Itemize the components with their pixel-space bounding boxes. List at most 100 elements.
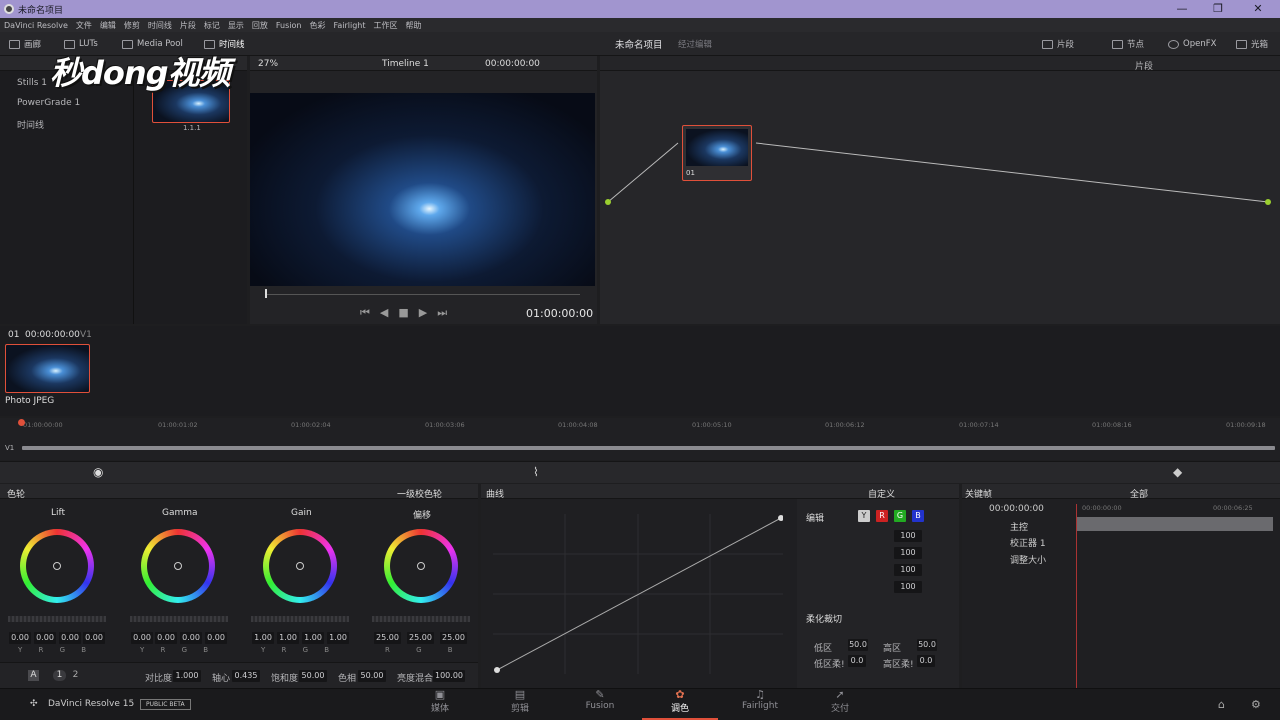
keyframes-row-resize[interactable]: 调整大小: [1010, 553, 1046, 566]
gain-b[interactable]: 1.00: [327, 632, 349, 644]
clips-toggle[interactable]: 片段: [1042, 37, 1074, 51]
lift-wheel[interactable]: [20, 529, 94, 603]
scrubber-bar[interactable]: [266, 294, 580, 295]
intensity-y[interactable]: 100: [894, 530, 922, 542]
offset-r[interactable]: 25.00: [374, 632, 401, 644]
timeline-name[interactable]: Timeline 1: [382, 59, 429, 69]
page-color[interactable]: ✿ 调色: [642, 688, 718, 720]
hue-field[interactable]: 50.00: [358, 670, 386, 682]
menu-color[interactable]: 色彩: [309, 20, 325, 31]
openfx-toggle[interactable]: OpenFX: [1168, 37, 1216, 51]
lift-y[interactable]: 0.00: [9, 632, 31, 644]
transport-controls[interactable]: ⏮◀■▶⏭: [360, 306, 457, 320]
timeline-playhead[interactable]: [18, 419, 25, 426]
maximize-button[interactable]: ❐: [1200, 0, 1236, 18]
gamma-r[interactable]: 0.00: [155, 632, 177, 644]
high-soft-field[interactable]: 0.0: [917, 655, 935, 667]
low-field[interactable]: 50.0: [848, 639, 868, 651]
curve-b-button[interactable]: B: [912, 510, 924, 522]
gain-r[interactable]: 1.00: [277, 632, 299, 644]
menu-mark[interactable]: 标记: [204, 20, 220, 31]
menu-playback[interactable]: 回放: [252, 20, 268, 31]
gallery-item-powergrade[interactable]: PowerGrade 1: [17, 98, 80, 108]
menu-help[interactable]: 帮助: [406, 20, 422, 31]
lift-wheel-handle[interactable]: [53, 562, 61, 570]
offset-master-slider[interactable]: [372, 616, 470, 622]
gain-y[interactable]: 1.00: [252, 632, 274, 644]
gamma-wheel-handle[interactable]: [174, 562, 182, 570]
page-fairlight[interactable]: ♫ Fairlight: [730, 688, 790, 720]
intensity-b[interactable]: 100: [894, 581, 922, 593]
offset-wheel-handle[interactable]: [417, 562, 425, 570]
track-v1-clip[interactable]: [22, 446, 1275, 450]
offset-wheel[interactable]: [384, 529, 458, 603]
curve-r-button[interactable]: R: [876, 510, 888, 522]
curves-icon[interactable]: ⌇: [533, 465, 539, 479]
page-2-button[interactable]: 2: [69, 670, 82, 681]
nodes-toggle[interactable]: 节点: [1112, 37, 1144, 51]
auto-balance-button[interactable]: A: [28, 670, 39, 681]
curve-y-button[interactable]: Y: [858, 510, 870, 522]
color-wheels-icon[interactable]: ◉: [93, 465, 103, 479]
menu-davinci[interactable]: DaVinci Resolve: [4, 21, 68, 30]
low-soft-field[interactable]: 0.0: [848, 655, 866, 667]
lift-master-slider[interactable]: [8, 616, 106, 622]
offset-g[interactable]: 25.00: [407, 632, 434, 644]
gallery-item-stills[interactable]: Stills 1: [17, 78, 47, 88]
menu-clip[interactable]: 片段: [180, 20, 196, 31]
menu-edit[interactable]: 编辑: [100, 20, 116, 31]
curve-graph[interactable]: [493, 514, 783, 674]
gamma-g[interactable]: 0.00: [180, 632, 202, 644]
saturation-field[interactable]: 50.00: [299, 670, 327, 682]
node-01[interactable]: 01: [682, 125, 752, 181]
keyframes-mode-select[interactable]: 全部: [1130, 487, 1148, 500]
menu-file[interactable]: 文件: [76, 20, 92, 31]
menu-view[interactable]: 显示: [228, 20, 244, 31]
pivot-field[interactable]: 0.435: [232, 670, 260, 682]
lightbox-toggle[interactable]: 光箱: [1236, 37, 1268, 51]
gain-master-slider[interactable]: [251, 616, 349, 622]
zoom-select[interactable]: 27%: [258, 59, 278, 69]
close-button[interactable]: ✕: [1240, 0, 1276, 18]
contrast-field[interactable]: 1.000: [173, 670, 201, 682]
gamma-wheel[interactable]: [141, 529, 215, 603]
master-keyframe-track[interactable]: [1076, 517, 1273, 531]
scrubber-playhead[interactable]: [265, 289, 267, 298]
gain-wheel[interactable]: [263, 529, 337, 603]
page-fusion[interactable]: ✎ Fusion: [570, 688, 630, 720]
home-icon[interactable]: ⌂: [1218, 698, 1225, 711]
gain-g[interactable]: 1.00: [302, 632, 324, 644]
minimize-button[interactable]: —: [1164, 0, 1200, 18]
menu-workspace[interactable]: 工作区: [374, 20, 398, 31]
lum-mix-field[interactable]: 100.00: [433, 670, 465, 682]
page-media[interactable]: ▣ 媒体: [410, 688, 470, 720]
gamma-y[interactable]: 0.00: [131, 632, 153, 644]
high-field[interactable]: 50.0: [917, 639, 937, 651]
keyframes-row-corrector[interactable]: 校正器 1: [1010, 536, 1046, 549]
lift-g[interactable]: 0.00: [59, 632, 81, 644]
keyframes-icon[interactable]: ◆: [1173, 465, 1182, 479]
page-edit[interactable]: ▤ 剪辑: [490, 688, 550, 720]
clip-thumbnail[interactable]: [5, 344, 90, 393]
offset-b[interactable]: 25.00: [440, 632, 467, 644]
menu-trim[interactable]: 修剪: [124, 20, 140, 31]
curve-g-button[interactable]: G: [894, 510, 906, 522]
lift-r[interactable]: 0.00: [34, 632, 56, 644]
gallery-item-timeline[interactable]: 时间线: [17, 118, 44, 131]
menu-fusion[interactable]: Fusion: [276, 21, 302, 30]
wheels-mode-select[interactable]: 一级校色轮: [397, 487, 442, 500]
gallery-tab[interactable]: 画廊: [9, 37, 41, 51]
menu-timeline[interactable]: 时间线: [148, 20, 172, 31]
gain-wheel-handle[interactable]: [296, 562, 304, 570]
intensity-r[interactable]: 100: [894, 547, 922, 559]
intensity-g[interactable]: 100: [894, 564, 922, 576]
viewer-timecode[interactable]: 00:00:00:00: [485, 59, 540, 69]
page-deliver[interactable]: ➚ 交付: [810, 688, 870, 720]
gamma-master-slider[interactable]: [130, 616, 228, 622]
settings-gear-icon[interactable]: ⚙: [1251, 698, 1261, 711]
gamma-b[interactable]: 0.00: [205, 632, 227, 644]
lift-b[interactable]: 0.00: [83, 632, 105, 644]
page-1-button[interactable]: 1: [53, 670, 66, 681]
keyframes-playhead[interactable]: [1076, 504, 1077, 688]
menu-fairlight[interactable]: Fairlight: [333, 21, 365, 30]
